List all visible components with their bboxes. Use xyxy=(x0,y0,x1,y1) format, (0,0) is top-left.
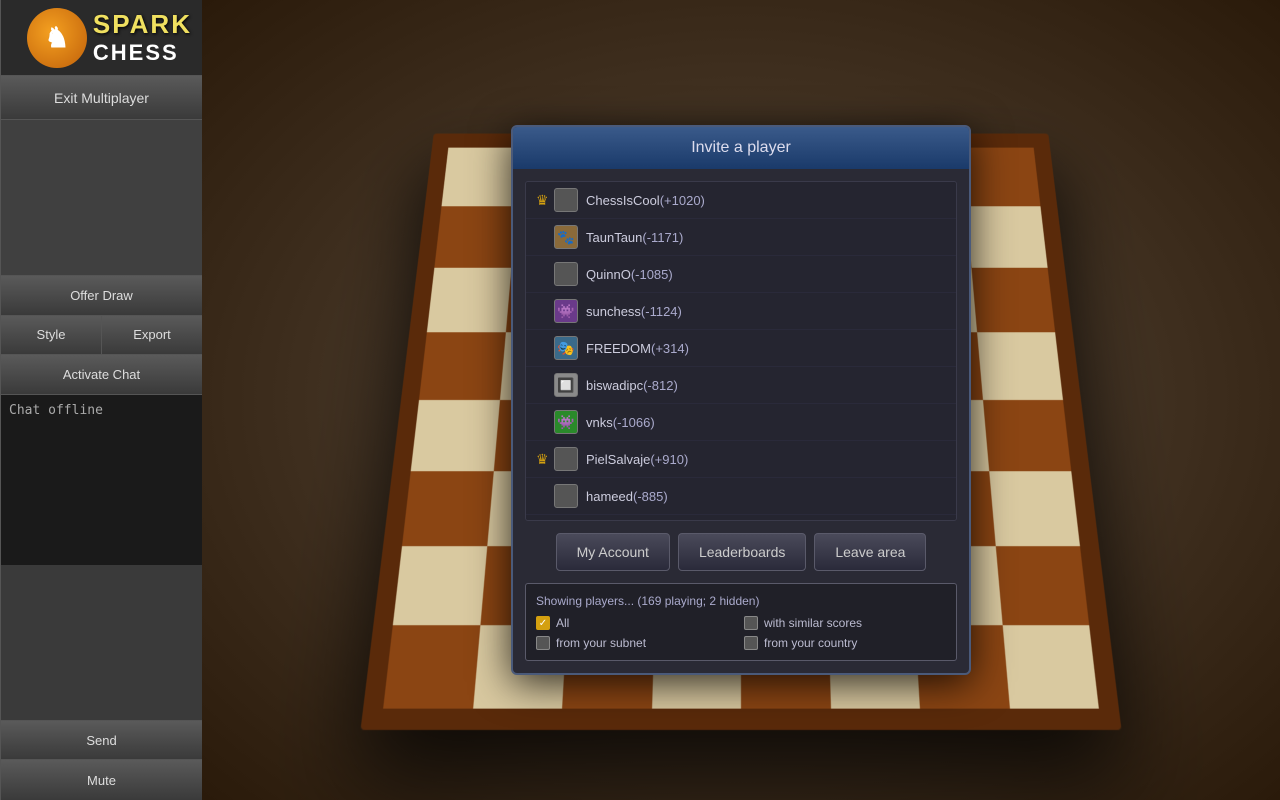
filter-label-subnet: from your subnet xyxy=(556,636,646,650)
crown-icon: ♛ xyxy=(536,451,550,468)
player-name: hameed xyxy=(586,489,633,504)
main-chess-area: Invite a player ♛ ChessIsCool (+1020) 🐾 Tau… xyxy=(202,0,1280,800)
player-list-item[interactable]: 🎭 FREEDOM (+314) xyxy=(526,330,956,367)
player-score: (-885) xyxy=(633,489,668,504)
filter-label-all: All xyxy=(556,616,569,630)
filter-checkbox-similar-scores[interactable] xyxy=(744,616,758,630)
showing-players-title: Showing players... (169 playing; 2 hidde… xyxy=(536,594,946,608)
player-score: (+314) xyxy=(651,341,689,356)
filter-grid: All with similar scores from your subnet fr… xyxy=(536,616,946,650)
player-name: ChessIsCool xyxy=(586,193,660,208)
player-name: PielSalvaje xyxy=(586,452,650,467)
player-name: TaunTaun xyxy=(586,230,642,245)
player-name: biswadipc xyxy=(586,378,643,393)
player-list-item[interactable]: ♛ PielSalvaje (+910) xyxy=(526,441,956,478)
player-avatar xyxy=(554,447,578,471)
filter-checkbox-country[interactable] xyxy=(744,636,758,650)
player-list-item[interactable]: QuinnO (-1085) xyxy=(526,256,956,293)
filter-checkbox-all[interactable] xyxy=(536,616,550,630)
send-button[interactable]: Send xyxy=(1,720,202,760)
player-score: (+910) xyxy=(650,452,688,467)
exit-multiplayer-button[interactable]: Exit Multiplayer xyxy=(1,76,202,120)
player-avatar: 🎭 xyxy=(554,336,578,360)
player-score: (-1085) xyxy=(631,267,673,282)
player-avatar: 👾 xyxy=(554,410,578,434)
showing-players-box: Showing players... (169 playing; 2 hidde… xyxy=(525,583,957,661)
invite-player-modal: Invite a player ♛ ChessIsCool (+1020) 🐾 Tau… xyxy=(511,125,971,675)
filter-label-country: from your country xyxy=(764,636,857,650)
filter-item-all: All xyxy=(536,616,738,630)
leaderboards-button[interactable]: Leaderboards xyxy=(678,533,806,571)
offer-draw-button[interactable]: Offer Draw xyxy=(1,276,202,316)
player-name: QuinnO xyxy=(586,267,631,282)
modal-header: Invite a player xyxy=(513,127,969,169)
player-name: FREEDOM xyxy=(586,341,651,356)
sidebar-game-area xyxy=(1,120,202,276)
player-score: (-1124) xyxy=(641,304,682,319)
crown-icon: ♛ xyxy=(536,192,550,209)
player-avatar xyxy=(554,484,578,508)
filter-item-subnet: from your subnet xyxy=(536,636,738,650)
style-export-row: Style Export xyxy=(1,316,202,355)
logo-spark: SPARK xyxy=(93,9,192,40)
player-avatar: 👾 xyxy=(554,299,578,323)
player-avatar: 🐾 xyxy=(554,225,578,249)
modal-overlay: Invite a player ♛ ChessIsCool (+1020) 🐾 Tau… xyxy=(202,0,1280,800)
player-list[interactable]: ♛ ChessIsCool (+1020) 🐾 TaunTaun (-1171) Qui… xyxy=(525,181,957,521)
player-list-item[interactable]: hameed (-885) xyxy=(526,478,956,515)
chat-offline-text: Chat offline xyxy=(9,403,103,418)
logo-chess: CHESS xyxy=(93,40,179,66)
logo-area: ♞ SPARK CHESS xyxy=(1,0,202,76)
player-name: vnks xyxy=(586,415,613,430)
logo-text: SPARK CHESS xyxy=(93,9,192,66)
filter-item-country: from your country xyxy=(744,636,946,650)
chat-offline-area: Chat offline xyxy=(1,395,202,566)
filter-checkbox-subnet[interactable] xyxy=(536,636,550,650)
activate-chat-button[interactable]: Activate Chat xyxy=(1,355,202,395)
sidebar: ♞ SPARK CHESS Exit Multiplayer Offer Dra… xyxy=(0,0,202,800)
modal-title: Invite a player xyxy=(691,139,791,156)
player-score: (-812) xyxy=(643,378,678,393)
style-button[interactable]: Style xyxy=(1,316,102,354)
player-score: (+1020) xyxy=(660,193,705,208)
sidebar-spacer xyxy=(1,565,202,720)
player-list-item[interactable]: 👾chessbuff (-1104) xyxy=(526,515,956,521)
logo-horse-icon: ♞ xyxy=(27,8,87,68)
player-score: (-1066) xyxy=(613,415,655,430)
filter-label-similar-scores: with similar scores xyxy=(764,616,862,630)
player-name: sunchess xyxy=(586,304,641,319)
player-list-item[interactable]: 🐾 TaunTaun (-1171) xyxy=(526,219,956,256)
player-avatar: 🔲 xyxy=(554,373,578,397)
leave-area-button[interactable]: Leave area xyxy=(814,533,926,571)
player-list-item[interactable]: 🔲 biswadipc (-812) xyxy=(526,367,956,404)
mute-button[interactable]: Mute xyxy=(1,760,202,800)
player-list-item[interactable]: 👾 vnks (-1066) xyxy=(526,404,956,441)
filter-item-similar-scores: with similar scores xyxy=(744,616,946,630)
player-list-item[interactable]: ♛ ChessIsCool (+1020) xyxy=(526,182,956,219)
player-list-item[interactable]: 👾 sunchess (-1124) xyxy=(526,293,956,330)
export-button[interactable]: Export xyxy=(102,316,202,354)
my-account-button[interactable]: My Account xyxy=(556,533,670,571)
player-score: (-1171) xyxy=(642,230,683,245)
player-avatar xyxy=(554,188,578,212)
player-avatar xyxy=(554,262,578,286)
modal-action-buttons: My AccountLeaderboardsLeave area xyxy=(513,533,969,583)
